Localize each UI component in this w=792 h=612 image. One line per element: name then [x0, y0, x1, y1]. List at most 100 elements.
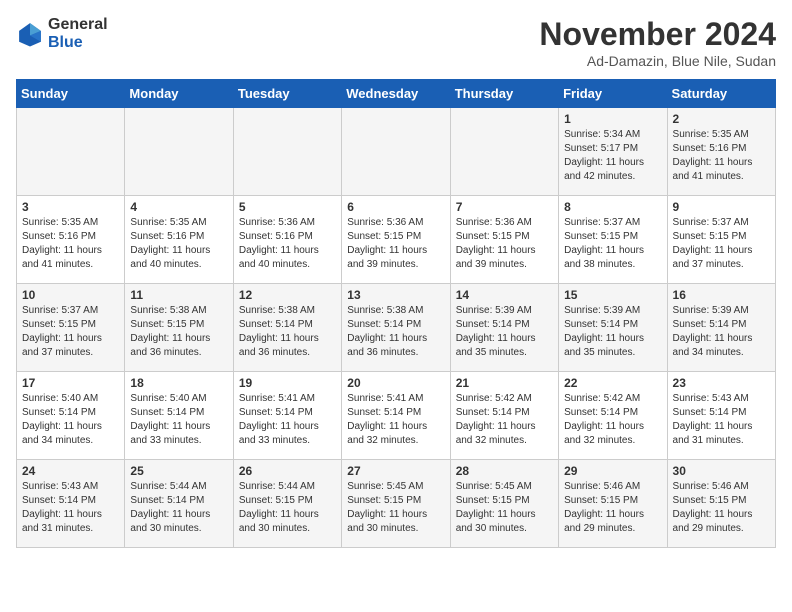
day-number: 16 — [673, 288, 770, 302]
day-info: Sunrise: 5:36 AM Sunset: 5:15 PM Dayligh… — [456, 216, 553, 272]
day-info: Sunrise: 5:34 AM Sunset: 5:17 PM Dayligh… — [564, 128, 661, 184]
weekday-header-sunday: Sunday — [17, 80, 125, 108]
calendar-cell: 15Sunrise: 5:39 AM Sunset: 5:14 PM Dayli… — [559, 284, 667, 372]
weekday-header-saturday: Saturday — [667, 80, 775, 108]
weekday-header-wednesday: Wednesday — [342, 80, 450, 108]
day-number: 25 — [130, 464, 227, 478]
calendar-cell — [342, 108, 450, 196]
day-number: 6 — [347, 200, 444, 214]
day-info: Sunrise: 5:38 AM Sunset: 5:15 PM Dayligh… — [130, 304, 227, 360]
logo: General Blue — [16, 16, 108, 51]
day-number: 27 — [347, 464, 444, 478]
calendar-cell: 11 Sunrise: 5:38 AM Sunset: 5:15 PM Dayli… — [125, 284, 233, 372]
calendar-cell: 19 Sunrise: 5:41 AM Sunset: 5:14 PM Dayli… — [233, 372, 341, 460]
calendar-cell: 13 Sunrise: 5:38 AM Sunset: 5:14 PM Dayli… — [342, 284, 450, 372]
day-number: 13 — [347, 288, 444, 302]
week-row-3: 10 Sunrise: 5:37 AM Sunset: 5:15 PM Dayli… — [17, 284, 776, 372]
day-info: Sunrise: 5:44 AM Sunset: 5:15 PM Dayligh… — [239, 480, 336, 536]
calendar-cell: 12 Sunrise: 5:38 AM Sunset: 5:14 PM Dayli… — [233, 284, 341, 372]
logo-blue: Blue — [48, 34, 108, 52]
calendar-cell: 16 Sunrise: 5:39 AM Sunset: 5:14 PM Dayli… — [667, 284, 775, 372]
day-number: 1 — [564, 112, 661, 126]
day-number: 12 — [239, 288, 336, 302]
calendar-cell — [125, 108, 233, 196]
calendar-cell: 6Sunrise: 5:36 AM Sunset: 5:15 PM Daylig… — [342, 196, 450, 284]
day-info: Sunrise: 5:35 AM Sunset: 5:16 PM Dayligh… — [673, 128, 770, 184]
day-number: 24 — [22, 464, 119, 478]
day-info: Sunrise: 5:39 AM Sunset: 5:14 PM Dayligh… — [456, 304, 553, 360]
day-number: 26 — [239, 464, 336, 478]
calendar-cell: 26 Sunrise: 5:44 AM Sunset: 5:15 PM Dayli… — [233, 460, 341, 548]
logo-general: General — [48, 16, 108, 34]
day-info: Sunrise: 5:45 AM Sunset: 5:15 PM Dayligh… — [347, 480, 444, 536]
day-number: 7 — [456, 200, 553, 214]
weekday-header-tuesday: Tuesday — [233, 80, 341, 108]
day-info: Sunrise: 5:35 AM Sunset: 5:16 PM Dayligh… — [130, 216, 227, 272]
calendar-cell: 29 Sunrise: 5:46 AM Sunset: 5:15 PM Dayli… — [559, 460, 667, 548]
calendar-cell — [450, 108, 558, 196]
day-number: 18 — [130, 376, 227, 390]
day-info: Sunrise: 5:46 AM Sunset: 5:15 PM Dayligh… — [564, 480, 661, 536]
calendar-cell: 8 Sunrise: 5:37 AM Sunset: 5:15 PM Daylig… — [559, 196, 667, 284]
day-info: Sunrise: 5:37 AM Sunset: 5:15 PM Dayligh… — [564, 216, 661, 272]
page-header: General Blue November 2024 Ad-Damazin, B… — [16, 16, 776, 69]
day-number: 19 — [239, 376, 336, 390]
calendar-cell: 22 Sunrise: 5:42 AM Sunset: 5:14 PM Dayli… — [559, 372, 667, 460]
day-info: Sunrise: 5:37 AM Sunset: 5:15 PM Dayligh… — [673, 216, 770, 272]
day-number: 28 — [456, 464, 553, 478]
day-number: 23 — [673, 376, 770, 390]
calendar-cell: 14Sunrise: 5:39 AM Sunset: 5:14 PM Dayli… — [450, 284, 558, 372]
calendar-cell: 17 Sunrise: 5:40 AM Sunset: 5:14 PM Dayli… — [17, 372, 125, 460]
title-block: November 2024 Ad-Damazin, Blue Nile, Sud… — [539, 16, 776, 69]
day-info: Sunrise: 5:46 AM Sunset: 5:15 PM Dayligh… — [673, 480, 770, 536]
weekday-header-thursday: Thursday — [450, 80, 558, 108]
location-subtitle: Ad-Damazin, Blue Nile, Sudan — [539, 53, 776, 69]
day-number: 30 — [673, 464, 770, 478]
day-number: 15 — [564, 288, 661, 302]
day-info: Sunrise: 5:37 AM Sunset: 5:15 PM Dayligh… — [22, 304, 119, 360]
day-number: 8 — [564, 200, 661, 214]
calendar-cell: 27 Sunrise: 5:45 AM Sunset: 5:15 PM Dayli… — [342, 460, 450, 548]
day-info: Sunrise: 5:38 AM Sunset: 5:14 PM Dayligh… — [347, 304, 444, 360]
calendar-cell: 23 Sunrise: 5:43 AM Sunset: 5:14 PM Dayli… — [667, 372, 775, 460]
day-info: Sunrise: 5:40 AM Sunset: 5:14 PM Dayligh… — [130, 392, 227, 448]
day-info: Sunrise: 5:42 AM Sunset: 5:14 PM Dayligh… — [564, 392, 661, 448]
calendar-cell: 28 Sunrise: 5:45 AM Sunset: 5:15 PM Dayli… — [450, 460, 558, 548]
day-info: Sunrise: 5:40 AM Sunset: 5:14 PM Dayligh… — [22, 392, 119, 448]
week-row-4: 17 Sunrise: 5:40 AM Sunset: 5:14 PM Dayli… — [17, 372, 776, 460]
day-number: 3 — [22, 200, 119, 214]
day-info: Sunrise: 5:43 AM Sunset: 5:14 PM Dayligh… — [673, 392, 770, 448]
calendar-cell: 24 Sunrise: 5:43 AM Sunset: 5:14 PM Dayli… — [17, 460, 125, 548]
calendar-cell: 5Sunrise: 5:36 AM Sunset: 5:16 PM Daylig… — [233, 196, 341, 284]
day-info: Sunrise: 5:35 AM Sunset: 5:16 PM Dayligh… — [22, 216, 119, 272]
calendar-cell: 30 Sunrise: 5:46 AM Sunset: 5:15 PM Dayli… — [667, 460, 775, 548]
calendar-cell: 3 Sunrise: 5:35 AM Sunset: 5:16 PM Daylig… — [17, 196, 125, 284]
day-number: 20 — [347, 376, 444, 390]
calendar-cell — [233, 108, 341, 196]
day-number: 11 — [130, 288, 227, 302]
calendar-table: SundayMondayTuesdayWednesdayThursdayFrid… — [16, 79, 776, 548]
calendar-cell: 25Sunrise: 5:44 AM Sunset: 5:14 PM Dayli… — [125, 460, 233, 548]
day-info: Sunrise: 5:43 AM Sunset: 5:14 PM Dayligh… — [22, 480, 119, 536]
weekday-header-row: SundayMondayTuesdayWednesdayThursdayFrid… — [17, 80, 776, 108]
calendar-cell: 4Sunrise: 5:35 AM Sunset: 5:16 PM Daylig… — [125, 196, 233, 284]
calendar-cell: 21Sunrise: 5:42 AM Sunset: 5:14 PM Dayli… — [450, 372, 558, 460]
calendar-cell: 10 Sunrise: 5:37 AM Sunset: 5:15 PM Dayli… — [17, 284, 125, 372]
calendar-cell: 7 Sunrise: 5:36 AM Sunset: 5:15 PM Daylig… — [450, 196, 558, 284]
weekday-header-friday: Friday — [559, 80, 667, 108]
logo-icon — [16, 20, 44, 48]
day-info: Sunrise: 5:42 AM Sunset: 5:14 PM Dayligh… — [456, 392, 553, 448]
day-number: 22 — [564, 376, 661, 390]
month-title: November 2024 — [539, 16, 776, 53]
day-number: 29 — [564, 464, 661, 478]
day-info: Sunrise: 5:41 AM Sunset: 5:14 PM Dayligh… — [239, 392, 336, 448]
day-info: Sunrise: 5:45 AM Sunset: 5:15 PM Dayligh… — [456, 480, 553, 536]
calendar-cell: 18 Sunrise: 5:40 AM Sunset: 5:14 PM Dayli… — [125, 372, 233, 460]
week-row-2: 3 Sunrise: 5:35 AM Sunset: 5:16 PM Daylig… — [17, 196, 776, 284]
weekday-header-monday: Monday — [125, 80, 233, 108]
calendar-cell: 1 Sunrise: 5:34 AM Sunset: 5:17 PM Daylig… — [559, 108, 667, 196]
day-info: Sunrise: 5:39 AM Sunset: 5:14 PM Dayligh… — [673, 304, 770, 360]
day-number: 10 — [22, 288, 119, 302]
day-info: Sunrise: 5:38 AM Sunset: 5:14 PM Dayligh… — [239, 304, 336, 360]
day-number: 17 — [22, 376, 119, 390]
